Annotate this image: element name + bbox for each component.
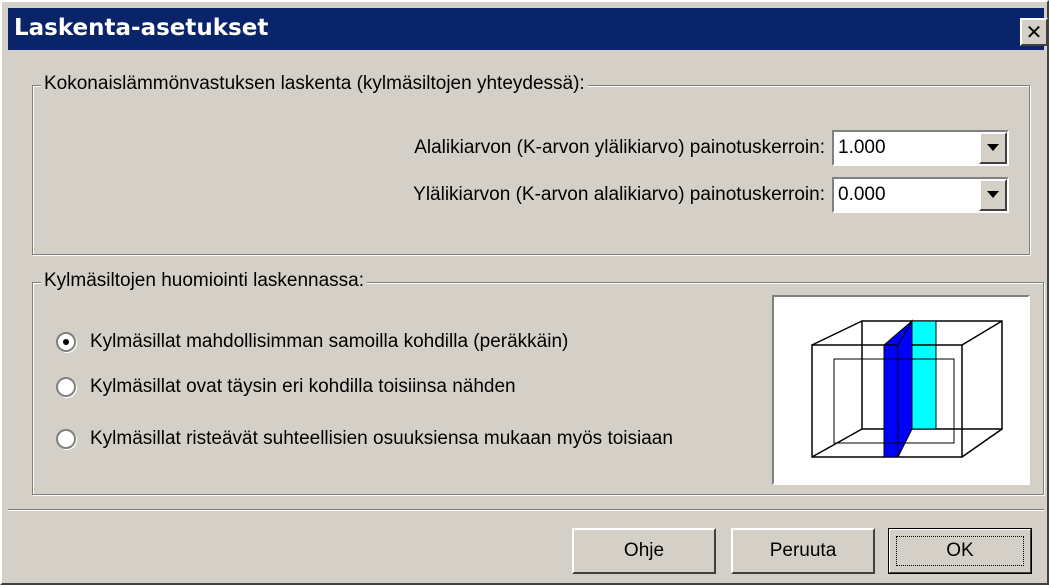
upper-weight-value: 0.000 xyxy=(838,184,886,205)
radio-label: Kylmäsillat mahdollisimman samoilla kohd… xyxy=(90,331,569,352)
thermal-bridge-diagram xyxy=(811,319,1003,459)
upper-weight-select[interactable]: 0.000 xyxy=(832,177,1009,213)
bridges-group-legend: Kylmäsiltojen huomiointi laskennassa: xyxy=(41,270,367,292)
lower-weight-dropdown-button[interactable] xyxy=(979,132,1007,164)
radio-option-proportional[interactable]: Kylmäsillat risteävät suhteellisien osuu… xyxy=(56,424,673,454)
focus-rectangle xyxy=(896,536,1024,566)
ok-button[interactable]: OK xyxy=(888,528,1032,574)
button-separator xyxy=(8,509,1044,511)
resistance-calculation-group: Kokonaislämmönvastuksen laskenta (kylmäs… xyxy=(32,73,1030,255)
radio-option-sequential[interactable]: Kylmäsillat mahdollisimman samoilla kohd… xyxy=(56,327,568,357)
thermal-bridge-preview xyxy=(772,295,1030,485)
dialog-title: Laskenta-asetukset xyxy=(14,15,269,41)
radio-label: Kylmäsillat ovat täysin eri kohdilla toi… xyxy=(90,376,516,397)
dialog-window: Laskenta-asetukset ✕ Kokonaislämmönvastu… xyxy=(0,0,1049,585)
radio-label: Kylmäsillat risteävät suhteellisien osuu… xyxy=(90,428,673,449)
triangle-down-icon xyxy=(987,191,999,198)
close-button[interactable]: ✕ xyxy=(1020,18,1048,46)
lower-weight-select[interactable]: 1.000 xyxy=(832,130,1009,166)
triangle-down-icon xyxy=(987,144,999,151)
title-bar[interactable]: Laskenta-asetukset ✕ xyxy=(8,8,1048,50)
help-button-label: Ohje xyxy=(623,540,665,561)
radio-selected-dot xyxy=(63,339,69,345)
help-button[interactable]: Ohje xyxy=(572,528,716,574)
cancel-button[interactable]: Peruuta xyxy=(731,528,875,574)
radio-button[interactable] xyxy=(56,429,76,449)
lower-weight-value: 1.000 xyxy=(838,137,886,158)
radio-button[interactable] xyxy=(56,377,76,397)
close-icon: ✕ xyxy=(1025,20,1043,44)
upper-weight-dropdown-button[interactable] xyxy=(979,179,1007,211)
radio-option-separate[interactable]: Kylmäsillat ovat täysin eri kohdilla toi… xyxy=(56,372,516,402)
lower-weight-label: Alalikiarvon (K-arvon ylälikiarvo) paino… xyxy=(414,137,825,158)
radio-button[interactable] xyxy=(56,332,76,352)
resistance-group-legend: Kokonaislämmönvastuksen laskenta (kylmäs… xyxy=(41,73,588,95)
cancel-button-label: Peruuta xyxy=(769,540,837,561)
upper-weight-label: Ylälikiarvon (K-arvon alalikiarvo) paino… xyxy=(413,184,825,205)
